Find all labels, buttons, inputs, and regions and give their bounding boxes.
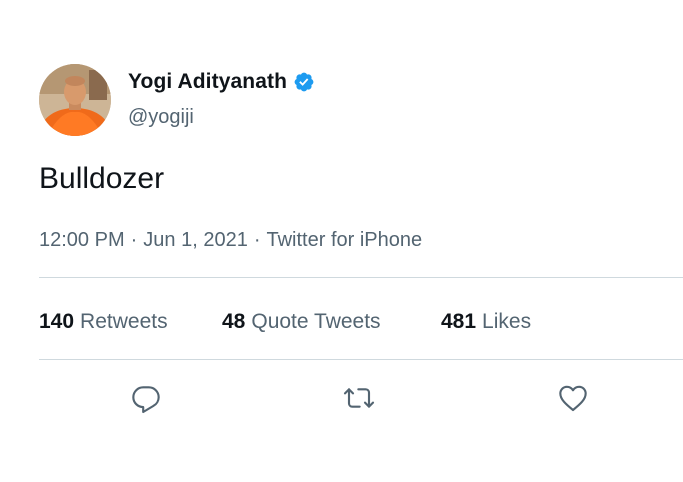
avatar[interactable] (39, 64, 111, 136)
retweet-button[interactable] (343, 382, 375, 414)
retweets-stat[interactable]: 140 Retweets (39, 310, 222, 334)
tweet-time[interactable]: 12:00 PM (39, 229, 125, 251)
likes-count: 481 (441, 310, 477, 333)
author-display-name[interactable]: Yogi Adityanath (128, 70, 287, 94)
tweet-date[interactable]: Jun 1, 2021 (143, 229, 248, 251)
author-name-row: Yogi Adityanath (128, 70, 315, 94)
tweet-text: Bulldozer (39, 162, 165, 195)
divider (39, 277, 683, 278)
verified-badge-icon (293, 71, 315, 93)
meta-separator: · (130, 229, 138, 251)
retweet-icon (343, 388, 375, 408)
divider (39, 359, 683, 360)
likes-stat[interactable]: 481 Likes (441, 310, 531, 334)
retweets-label: Retweets (80, 310, 168, 333)
reply-button[interactable] (130, 382, 162, 414)
author-handle[interactable]: @yogiji (128, 106, 194, 129)
reply-icon (132, 386, 160, 414)
heart-icon (559, 385, 587, 412)
engagement-stats: 140 Retweets 48 Quote Tweets 481 Likes (39, 310, 531, 334)
like-button[interactable] (557, 382, 589, 414)
quote-tweets-label: Quote Tweets (251, 310, 381, 333)
quote-tweets-stat[interactable]: 48 Quote Tweets (222, 310, 441, 334)
meta-separator: · (253, 229, 261, 251)
retweets-count: 140 (39, 310, 75, 333)
tweet-source[interactable]: Twitter for iPhone (266, 229, 422, 251)
quote-tweets-count: 48 (222, 310, 246, 333)
likes-label: Likes (482, 310, 532, 333)
avatar-image (39, 64, 111, 136)
tweet-meta: 12:00 PM · Jun 1, 2021 · Twitter for iPhone (39, 229, 422, 252)
